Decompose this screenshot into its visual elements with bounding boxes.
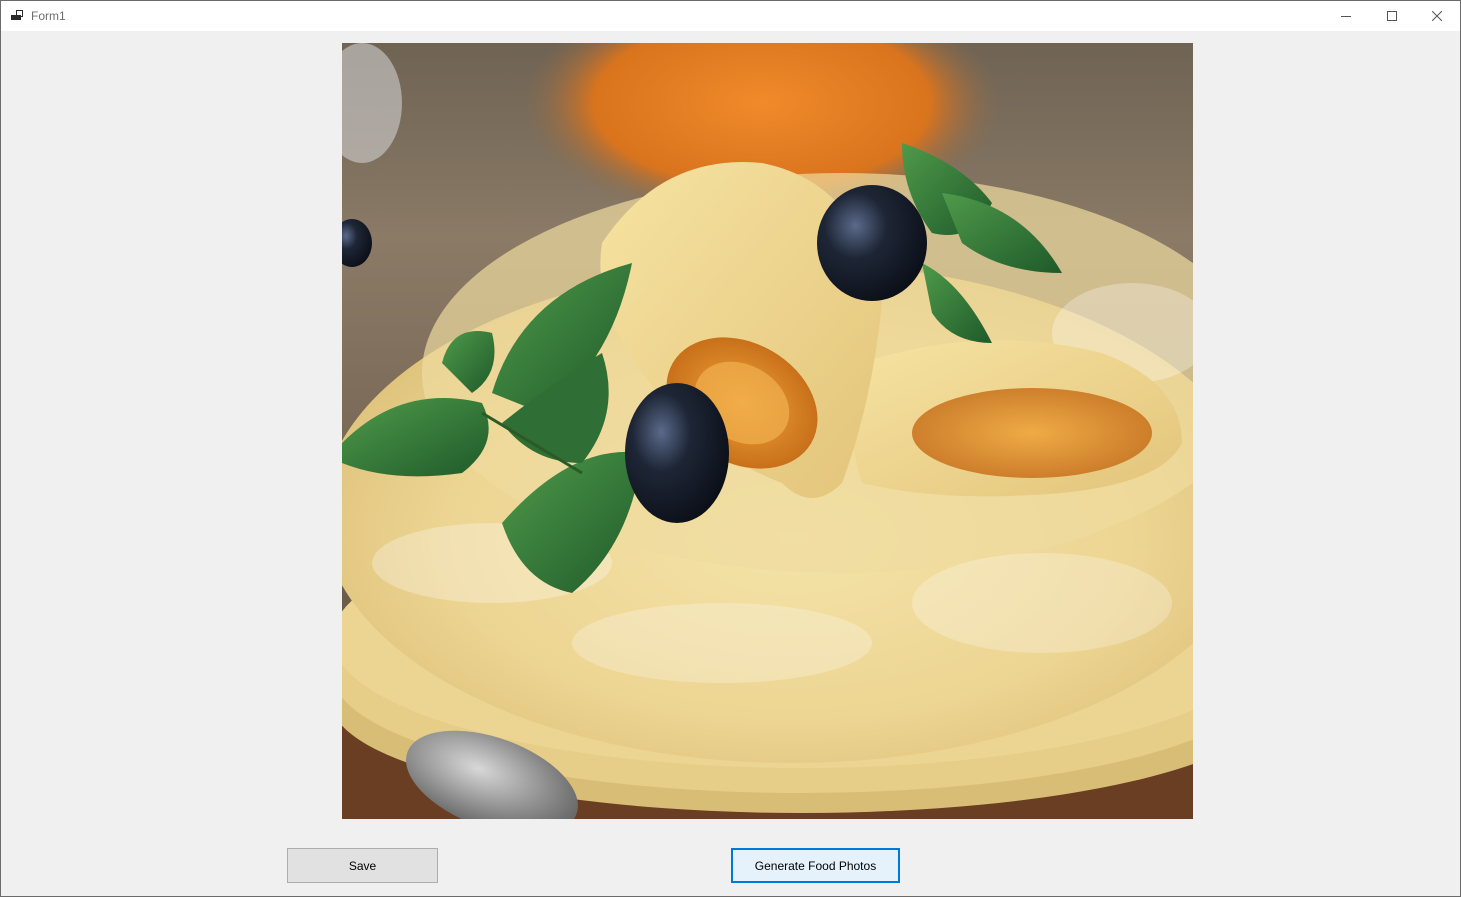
form-client-area: Save Generate Food Photos <box>1 31 1460 896</box>
app-window: Form1 Save Generate Food Photos <box>0 0 1461 897</box>
close-icon <box>1432 11 1442 21</box>
minimize-icon <box>1341 16 1351 17</box>
title-bar[interactable]: Form1 <box>1 1 1460 31</box>
food-photo-crepes-image <box>342 43 1193 819</box>
generate-food-photos-button-label: Generate Food Photos <box>754 858 877 873</box>
close-button[interactable] <box>1414 1 1460 31</box>
app-icon <box>11 10 23 20</box>
food-photo <box>342 43 1193 819</box>
maximize-icon <box>1387 11 1397 21</box>
save-button[interactable]: Save <box>287 848 438 883</box>
save-button-label: Save <box>348 858 377 873</box>
minimize-button[interactable] <box>1323 1 1369 31</box>
window-title: Form1 <box>31 9 66 23</box>
generate-food-photos-button[interactable]: Generate Food Photos <box>731 848 900 883</box>
maximize-button[interactable] <box>1369 1 1415 31</box>
